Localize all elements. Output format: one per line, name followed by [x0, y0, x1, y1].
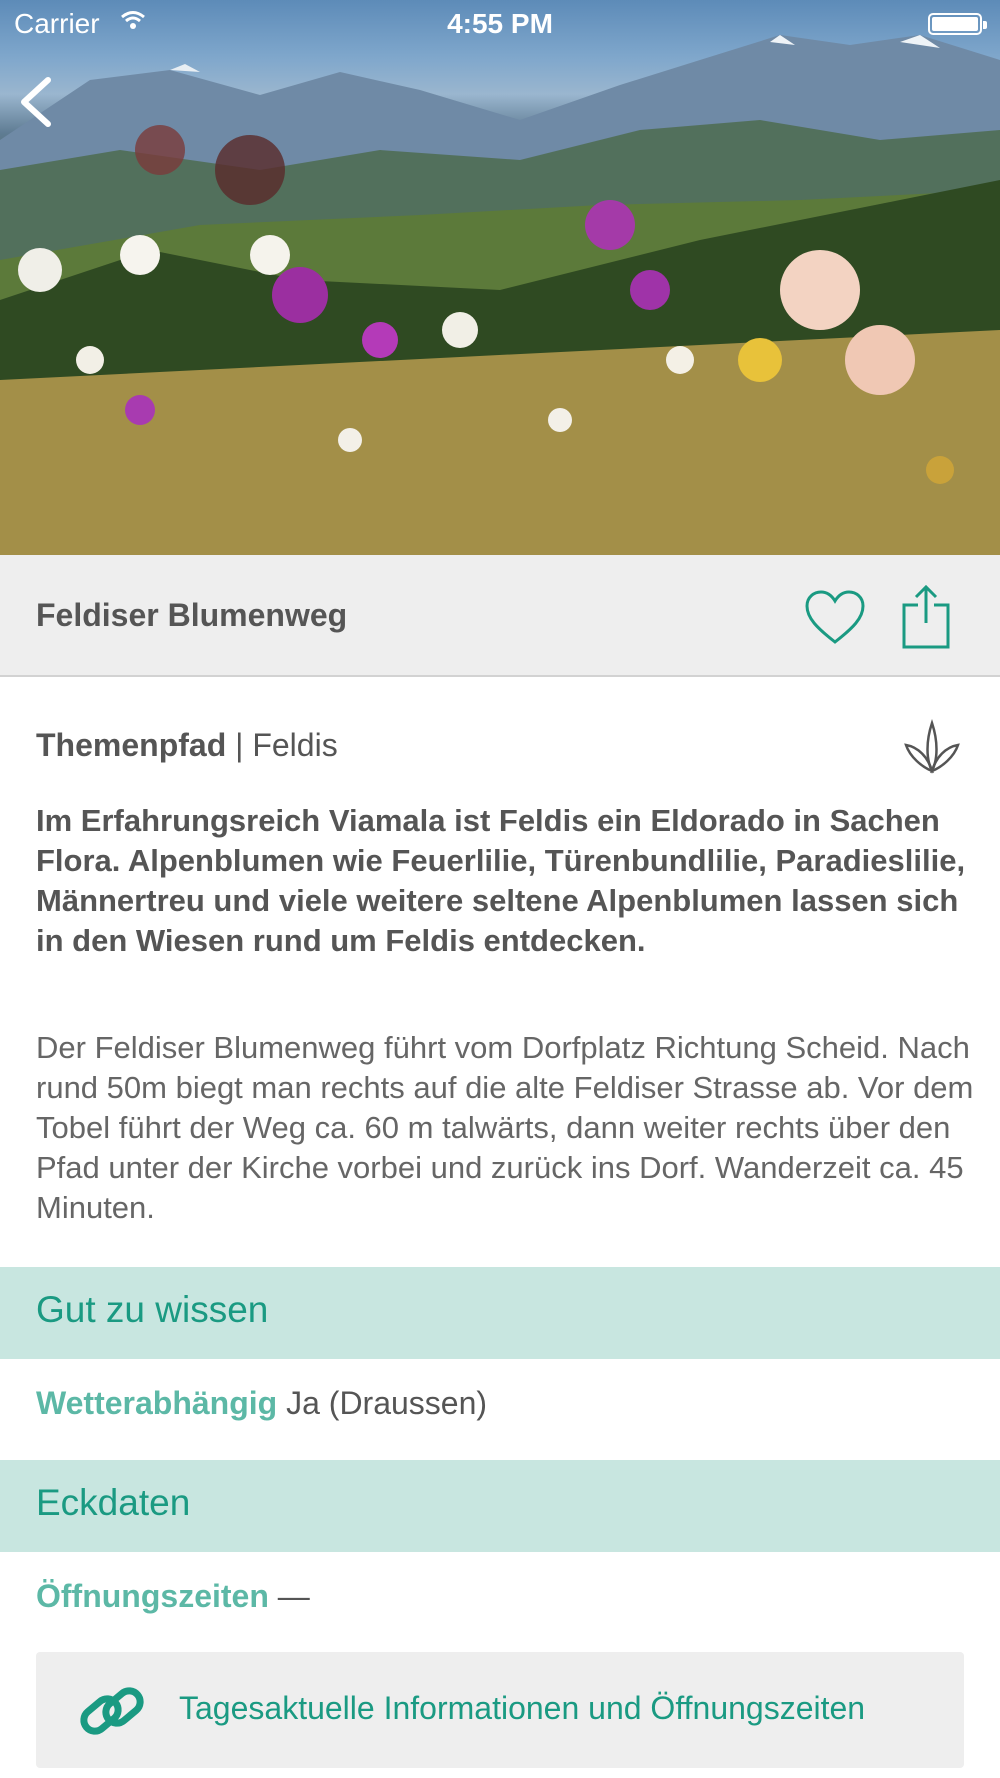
link-icon [80, 1687, 144, 1735]
section-title: Eckdaten [36, 1482, 191, 1523]
category-location: Themenpfad | Feldis [36, 727, 338, 764]
daily-info-link-label: Tagesaktuelle Informationen und Öffnungs… [179, 1690, 866, 1726]
weather-dependent-row: Wetterabhängig Ja (Draussen) [36, 1385, 487, 1422]
section-header-key-data: Eckdaten [0, 1460, 1000, 1552]
battery-icon [928, 13, 987, 35]
section-header-good-to-know: Gut zu wissen [0, 1267, 1000, 1359]
favorite-button[interactable] [803, 588, 867, 648]
share-button[interactable] [898, 583, 956, 651]
clock: 4:55 PM [447, 8, 553, 39]
meta-separator: | [226, 727, 253, 763]
opening-hours-value: — [277, 1578, 310, 1614]
section-title: Gut zu wissen [36, 1289, 269, 1330]
back-chevron-icon [21, 77, 51, 127]
page-title: Feldiser Blumenweg [36, 597, 348, 633]
opening-hours-row: Öffnungszeiten — [36, 1578, 310, 1615]
daily-info-link[interactable]: Tagesaktuelle Informationen und Öffnungs… [36, 1652, 964, 1768]
lead-paragraph: Im Erfahrungsreich Viamala ist Feldis ei… [36, 803, 966, 958]
opening-hours-key: Öffnungszeiten [36, 1578, 269, 1614]
plant-leaf-icon [902, 719, 962, 775]
weather-value: Ja (Draussen) [286, 1385, 488, 1421]
status-bar: Carrier 4:55 PM [0, 0, 1000, 50]
share-icon [902, 584, 950, 649]
category-label: Themenpfad [36, 727, 227, 763]
description-paragraph: Der Feldiser Blumenweg führt vom Dorfpla… [36, 1030, 974, 1225]
title-bar: Feldiser Blumenweg [0, 555, 1000, 677]
back-button[interactable] [14, 72, 64, 132]
location-label: Feldis [252, 727, 338, 763]
weather-key: Wetterabhängig [36, 1385, 278, 1421]
hero-image: Carrier 4:55 PM [0, 0, 1000, 555]
heart-icon [805, 590, 865, 644]
alpine-meadow-photo [0, 35, 1000, 555]
